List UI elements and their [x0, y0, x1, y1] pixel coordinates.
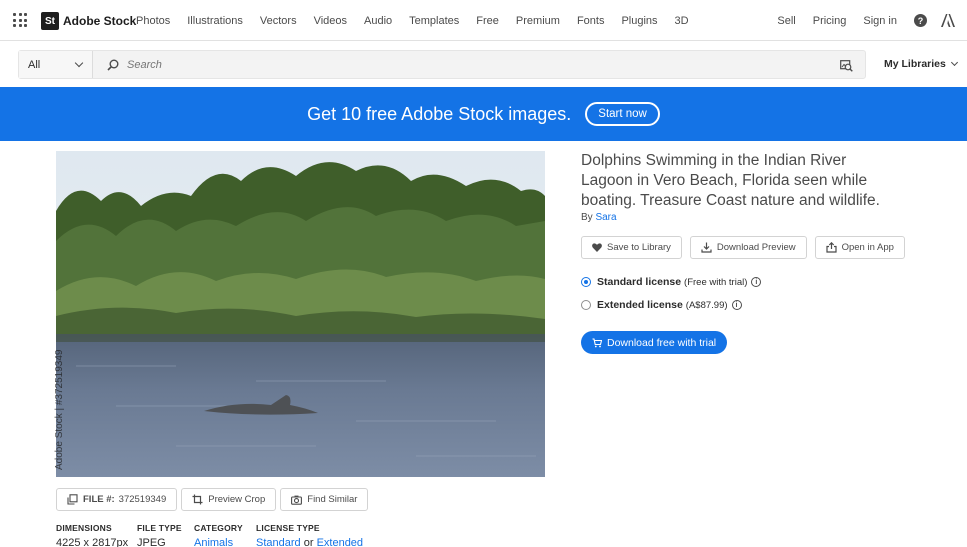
pricing-link[interactable]: Pricing: [813, 15, 847, 27]
info-icon[interactable]: i: [731, 300, 742, 310]
start-now-button[interactable]: Start now: [585, 102, 660, 126]
nav-link-fonts[interactable]: Fonts: [577, 15, 605, 27]
file-number-label: FILE #:: [83, 494, 115, 505]
nav-link-illustrations[interactable]: Illustrations: [187, 15, 243, 27]
standard-license-option[interactable]: Standard license (Free with trial) i: [581, 276, 762, 288]
find-similar-button[interactable]: Find Similar: [280, 488, 369, 511]
dolphin-photo: [56, 151, 545, 477]
extended-license-price: (A$87.99): [685, 299, 728, 311]
nav-link-audio[interactable]: Audio: [364, 15, 392, 27]
author-link[interactable]: Sara: [595, 212, 616, 223]
asset-type-nav: Photos Illustrations Vectors Videos Audi…: [136, 0, 706, 41]
standard-license-radio[interactable]: [581, 277, 591, 287]
category-info: CATEGORY Animals: [194, 523, 243, 547]
dimensions-label: DIMENSIONS: [56, 523, 112, 533]
logo-badge: St: [41, 12, 59, 30]
app-switcher-icon[interactable]: [13, 13, 27, 27]
preview-crop-label: Preview Crop: [208, 494, 266, 505]
my-libraries-menu[interactable]: My Libraries: [884, 58, 958, 70]
share-icon: [825, 242, 837, 253]
file-number-button[interactable]: FILE #: 372519349: [56, 488, 178, 511]
info-icon[interactable]: i: [751, 277, 762, 287]
logo-text: Adobe Stock: [63, 14, 137, 28]
copy-icon: [67, 494, 78, 505]
visual-search-icon[interactable]: [840, 59, 853, 72]
standard-license-name: Standard license: [597, 276, 682, 288]
sign-in-link[interactable]: Sign in: [863, 15, 897, 27]
extended-license-name: Extended license: [597, 299, 683, 311]
sell-link[interactable]: Sell: [777, 15, 795, 27]
help-icon[interactable]: ?: [914, 14, 927, 27]
asset-filter-dropdown[interactable]: All: [19, 51, 93, 78]
category-link[interactable]: Animals: [194, 537, 233, 547]
camera-icon: [291, 495, 303, 505]
asset-tools: FILE #: 372519349 Preview Crop Find Simi…: [56, 488, 372, 511]
open-in-app-label: Open in App: [841, 242, 894, 253]
banner-text: Get 10 free Adobe Stock images.: [307, 103, 572, 124]
download-icon: [701, 242, 712, 253]
standard-license-link[interactable]: Standard: [256, 537, 301, 547]
nav-link-photos[interactable]: Photos: [136, 15, 170, 27]
download-free-label: Download free with trial: [607, 336, 717, 349]
preview-crop-button[interactable]: Preview Crop: [181, 488, 277, 511]
promo-banner: Get 10 free Adobe Stock images. Start no…: [0, 87, 967, 141]
file-number-value: 372519349: [118, 494, 167, 505]
chevron-down-icon: [950, 58, 958, 67]
file-type-value: JPEG: [137, 537, 166, 547]
adobe-logo-icon[interactable]: [941, 14, 955, 27]
download-preview-button[interactable]: Download Preview: [689, 236, 807, 259]
file-type-label: FILE TYPE: [137, 523, 182, 533]
asset-title: Dolphins Swimming in the Indian River La…: [581, 152, 880, 209]
nav-link-free[interactable]: Free: [476, 15, 499, 27]
crop-icon: [192, 494, 203, 505]
search-input[interactable]: [127, 58, 807, 71]
dimensions-value: 4225 x 2817px: [56, 537, 129, 547]
nav-link-vectors[interactable]: Vectors: [260, 15, 297, 27]
save-to-library-button[interactable]: Save to Library: [581, 236, 682, 259]
filter-value: All: [28, 58, 41, 71]
top-nav: St Adobe Stock Photos Illustrations Vect…: [0, 0, 967, 41]
category-label: CATEGORY: [194, 523, 243, 533]
account-nav: Sell Pricing Sign in ?: [760, 0, 955, 41]
my-libraries-label: My Libraries: [884, 58, 946, 70]
license-type-info: LICENSE TYPE Standard or Extended: [256, 523, 363, 547]
chevron-down-icon: [74, 58, 84, 68]
download-free-button[interactable]: Download free with trial: [581, 331, 728, 354]
asset-actions: Save to Library Download Preview Open in…: [581, 236, 913, 259]
find-similar-label: Find Similar: [307, 494, 358, 505]
nav-link-videos[interactable]: Videos: [314, 15, 347, 27]
save-to-library-label: Save to Library: [607, 242, 671, 253]
search-bar: All: [18, 50, 866, 79]
extended-license-link[interactable]: Extended: [317, 537, 363, 547]
dimensions-info: DIMENSIONS 4225 x 2817px: [56, 523, 128, 547]
nav-link-templates[interactable]: Templates: [409, 15, 459, 27]
search-icon: [107, 59, 119, 71]
license-or-text: or: [303, 537, 314, 547]
author-byline: By Sara: [581, 212, 617, 223]
extended-license-radio[interactable]: [581, 300, 591, 310]
nav-link-plugins[interactable]: Plugins: [621, 15, 657, 27]
adobe-stock-logo[interactable]: St Adobe Stock: [41, 12, 136, 30]
license-type-label: LICENSE TYPE: [256, 523, 320, 533]
cart-icon: [592, 337, 602, 348]
by-prefix: By: [581, 212, 593, 223]
standard-license-note: (Free with trial): [684, 276, 748, 288]
heart-icon: [592, 243, 602, 252]
nav-link-premium[interactable]: Premium: [516, 15, 560, 27]
file-type-info: FILE TYPE JPEG: [137, 523, 182, 547]
nav-link-3d[interactable]: 3D: [675, 15, 689, 27]
asset-preview-image[interactable]: [56, 151, 545, 477]
watermark-text: Adobe Stock | #372519349: [54, 349, 65, 470]
extended-license-option[interactable]: Extended license (A$87.99) i: [581, 299, 742, 311]
open-in-app-button[interactable]: Open in App: [814, 236, 905, 259]
download-preview-label: Download Preview: [716, 242, 796, 253]
